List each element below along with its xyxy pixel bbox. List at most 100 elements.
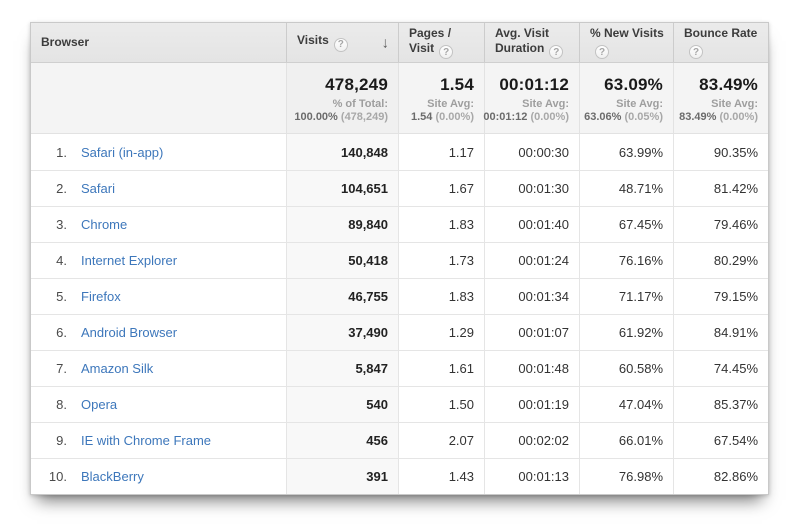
table-row: 6. Android Browser 37,490 1.29 00:01:07 …	[31, 314, 768, 350]
bounce-rate-cell: 90.35%	[673, 134, 768, 170]
column-header-bounce-rate[interactable]: Bounce Rate?	[673, 23, 768, 62]
browser-cell: 5. Firefox	[31, 279, 286, 314]
bounce-rate-cell: 79.15%	[673, 279, 768, 314]
table-header-row: Browser Visits? ↓ Pages / Visit? Avg. Vi…	[31, 23, 768, 63]
table-row: 2. Safari 104,651 1.67 00:01:30 48.71% 8…	[31, 170, 768, 206]
table-row: 1. Safari (in-app) 140,848 1.17 00:00:30…	[31, 134, 768, 170]
avg-visit-duration-cell: 00:01:30	[484, 171, 579, 206]
avg-visit-duration-cell: 00:01:24	[484, 243, 579, 278]
bounce-rate-cell: 80.29%	[673, 243, 768, 278]
column-header-label: Browser	[41, 35, 89, 49]
table-row: 4. Internet Explorer 50,418 1.73 00:01:2…	[31, 242, 768, 278]
help-icon[interactable]: ?	[439, 45, 453, 59]
visits-cell: 456	[286, 423, 398, 458]
help-icon[interactable]: ?	[334, 38, 348, 52]
browser-cell: 9. IE with Chrome Frame	[31, 423, 286, 458]
pct-new-visits-cell: 76.98%	[579, 459, 673, 494]
pct-new-visits-cell: 63.99%	[579, 134, 673, 170]
table-row: 10. BlackBerry 391 1.43 00:01:13 76.98% …	[31, 458, 768, 494]
visits-cell: 391	[286, 459, 398, 494]
browser-link[interactable]: Chrome	[81, 217, 127, 232]
visits-cell: 50,418	[286, 243, 398, 278]
browser-link[interactable]: Safari (in-app)	[81, 145, 163, 160]
browser-link[interactable]: Firefox	[81, 289, 121, 304]
avg-visit-duration-cell: 00:01:19	[484, 387, 579, 422]
avg-visit-duration-cell: 00:01:48	[484, 351, 579, 386]
column-header-label: Visits	[297, 33, 329, 47]
pages-per-visit-cell: 1.29	[398, 315, 484, 350]
visits-cell: 540	[286, 387, 398, 422]
pages-per-visit-cell: 1.73	[398, 243, 484, 278]
browser-cell: 10. BlackBerry	[31, 459, 286, 494]
pct-new-visits-cell: 47.04%	[579, 387, 673, 422]
visits-cell: 37,490	[286, 315, 398, 350]
avg-visit-duration-cell: 00:01:34	[484, 279, 579, 314]
sort-descending-icon: ↓	[382, 35, 390, 50]
analytics-table-card: Browser Visits? ↓ Pages / Visit? Avg. Vi…	[30, 22, 769, 495]
summary-avg-visit-duration: 00:01:12 Site Avg: 00:01:12 (0.00%)	[484, 63, 579, 133]
browser-link[interactable]: Safari	[81, 181, 115, 196]
table-row: 7. Amazon Silk 5,847 1.61 00:01:48 60.58…	[31, 350, 768, 386]
avg-visit-duration-cell: 00:00:30	[484, 134, 579, 170]
browser-cell: 8. Opera	[31, 387, 286, 422]
browser-link[interactable]: IE with Chrome Frame	[81, 433, 211, 448]
summary-visits: 478,249 % of Total: 100.00% (478,249)	[286, 63, 398, 133]
row-index: 7.	[31, 361, 67, 376]
visits-cell: 104,651	[286, 171, 398, 206]
help-icon[interactable]: ?	[689, 45, 703, 59]
help-icon[interactable]: ?	[595, 45, 609, 59]
column-header-browser[interactable]: Browser	[31, 23, 286, 62]
summary-browser-cell	[31, 63, 286, 133]
bounce-rate-cell: 79.46%	[673, 207, 768, 242]
visits-cell: 5,847	[286, 351, 398, 386]
summary-pages-per-visit: 1.54 Site Avg: 1.54 (0.00%)	[398, 63, 484, 133]
browser-link[interactable]: BlackBerry	[81, 469, 144, 484]
column-header-avg-visit-duration[interactable]: Avg. Visit Duration?	[484, 23, 579, 62]
column-header-visits[interactable]: Visits? ↓	[286, 23, 398, 62]
pages-per-visit-cell: 1.50	[398, 387, 484, 422]
browser-link[interactable]: Opera	[81, 397, 117, 412]
row-index: 5.	[31, 289, 67, 304]
visits-cell: 140,848	[286, 134, 398, 170]
pages-per-visit-cell: 1.67	[398, 171, 484, 206]
pages-per-visit-cell: 1.43	[398, 459, 484, 494]
pages-per-visit-cell: 1.83	[398, 279, 484, 314]
row-index: 6.	[31, 325, 67, 340]
browser-cell: 4. Internet Explorer	[31, 243, 286, 278]
table-row: 8. Opera 540 1.50 00:01:19 47.04% 85.37%	[31, 386, 768, 422]
column-header-pages-per-visit[interactable]: Pages / Visit?	[398, 23, 484, 62]
pages-per-visit-cell: 1.17	[398, 134, 484, 170]
row-index: 3.	[31, 217, 67, 232]
avg-visit-duration-cell: 00:01:07	[484, 315, 579, 350]
browser-cell: 2. Safari	[31, 171, 286, 206]
table-row: 9. IE with Chrome Frame 456 2.07 00:02:0…	[31, 422, 768, 458]
browser-link[interactable]: Internet Explorer	[81, 253, 177, 268]
summary-bounce-rate: 83.49% Site Avg: 83.49% (0.00%)	[673, 63, 768, 133]
browser-cell: 7. Amazon Silk	[31, 351, 286, 386]
table-row: 3. Chrome 89,840 1.83 00:01:40 67.45% 79…	[31, 206, 768, 242]
pct-new-visits-cell: 48.71%	[579, 171, 673, 206]
avg-visit-duration-cell: 00:01:40	[484, 207, 579, 242]
avg-visit-duration-cell: 00:01:13	[484, 459, 579, 494]
row-index: 10.	[31, 469, 67, 484]
bounce-rate-cell: 82.86%	[673, 459, 768, 494]
table-row: 5. Firefox 46,755 1.83 00:01:34 71.17% 7…	[31, 278, 768, 314]
column-header-pct-new-visits[interactable]: % New Visits?	[579, 23, 673, 62]
row-index: 8.	[31, 397, 67, 412]
row-index: 4.	[31, 253, 67, 268]
browser-cell: 3. Chrome	[31, 207, 286, 242]
bounce-rate-cell: 67.54%	[673, 423, 768, 458]
browser-cell: 6. Android Browser	[31, 315, 286, 350]
column-header-label: % New Visits	[590, 26, 664, 40]
column-header-label: Bounce Rate	[684, 26, 757, 40]
help-icon[interactable]: ?	[549, 45, 563, 59]
visits-cell: 46,755	[286, 279, 398, 314]
browser-link[interactable]: Amazon Silk	[81, 361, 153, 376]
pages-per-visit-cell: 2.07	[398, 423, 484, 458]
browser-link[interactable]: Android Browser	[81, 325, 177, 340]
bounce-rate-cell: 84.91%	[673, 315, 768, 350]
pct-new-visits-cell: 66.01%	[579, 423, 673, 458]
avg-visit-duration-cell: 00:02:02	[484, 423, 579, 458]
bounce-rate-cell: 74.45%	[673, 351, 768, 386]
summary-pct-new-visits: 63.09% Site Avg: 63.06% (0.05%)	[579, 63, 673, 133]
